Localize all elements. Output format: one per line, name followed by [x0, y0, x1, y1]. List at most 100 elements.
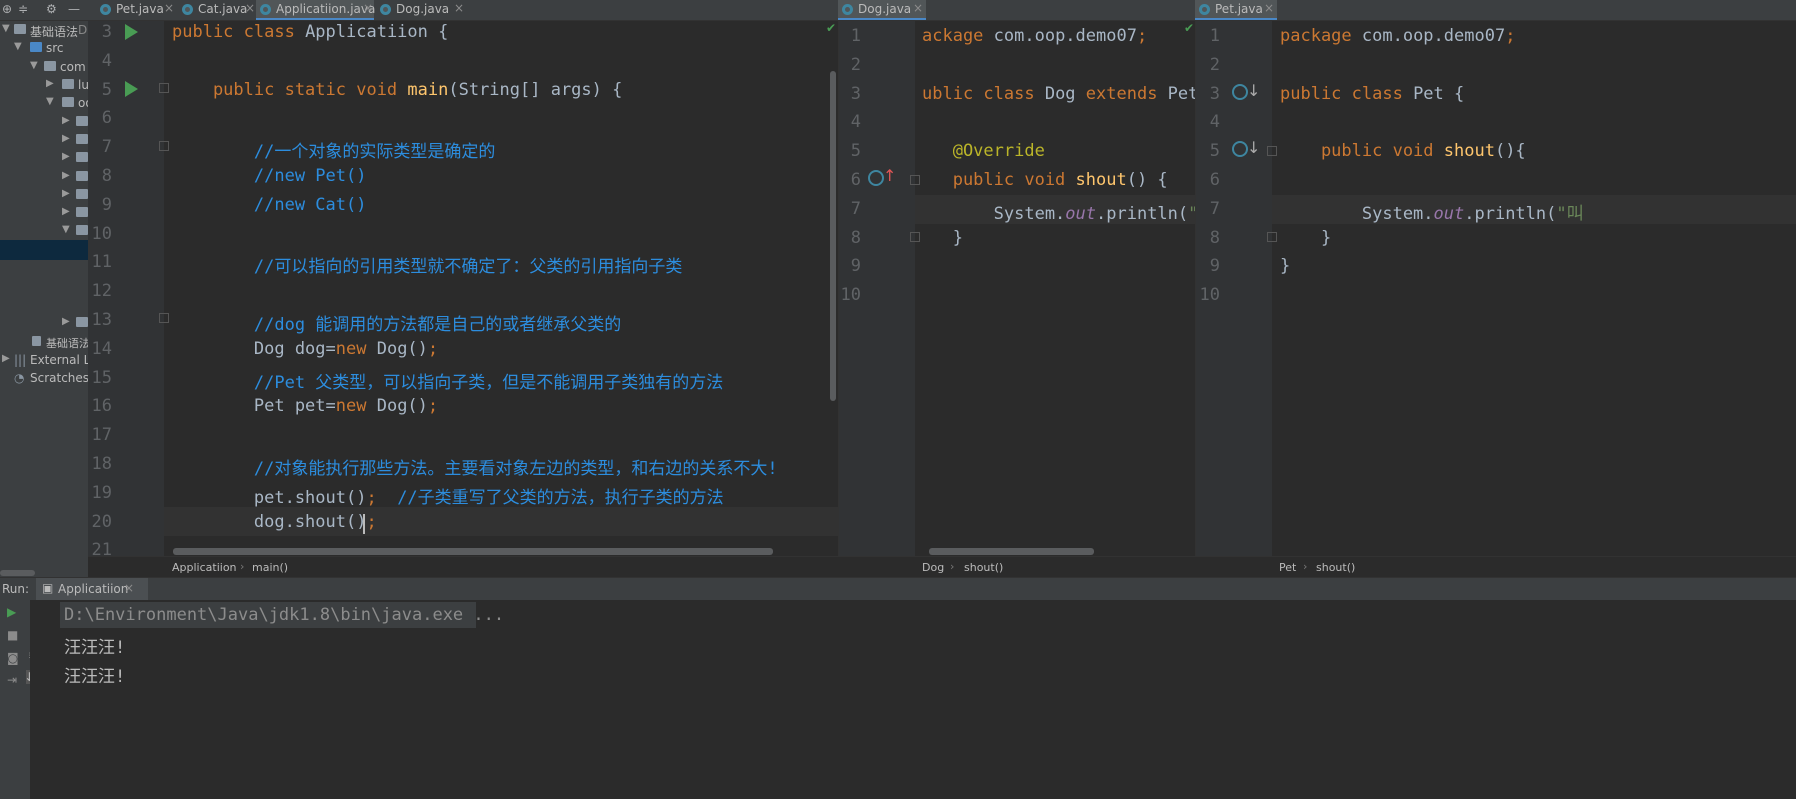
- tree-item-subpackage[interactable]: ▼: [0, 221, 100, 241]
- tree-item-subpackage[interactable]: ▶: [0, 167, 100, 187]
- minimize-icon[interactable]: —: [68, 2, 80, 16]
- collapse-arrow-icon[interactable]: ▶: [62, 133, 70, 144]
- editor-pet[interactable]: 1 package com.oop.demo07; 2 3 public class P…: [1195, 21, 1796, 556]
- tree-item-subpackage[interactable]: ▶: [0, 203, 100, 223]
- tab-pet-java[interactable]: Pet.java ×: [1195, 0, 1277, 20]
- collapse-arrow-icon[interactable]: ▶: [62, 316, 70, 327]
- collapse-arrow-icon[interactable]: ▶: [46, 78, 54, 89]
- code-line[interactable]: }: [1280, 228, 1331, 248]
- breadcrumb-item[interactable]: Applicatiion: [172, 561, 237, 574]
- exit-icon[interactable]: ⇥: [7, 673, 21, 687]
- expand-arrow-icon[interactable]: ▼: [2, 23, 10, 34]
- fold-icon[interactable]: [1267, 146, 1277, 156]
- breadcrumb-item[interactable]: main(): [252, 561, 288, 574]
- collapse-arrow-icon[interactable]: ▶: [62, 170, 70, 181]
- close-icon[interactable]: ×: [913, 1, 923, 15]
- code-line[interactable]: //可以指向的引用类型就不确定了：父类的引用指向子类: [172, 252, 682, 277]
- tree-item-com[interactable]: ▼ com: [0, 57, 100, 77]
- vertical-scrollbar[interactable]: [830, 71, 836, 401]
- collapse-icon[interactable]: ≑: [18, 2, 28, 16]
- tree-item-iml[interactable]: 基础语法: [0, 332, 100, 352]
- fold-icon[interactable]: [910, 175, 920, 185]
- breadcrumb-item[interactable]: shout(): [1316, 561, 1355, 574]
- tree-item-scratches[interactable]: ◔ Scratches a: [0, 368, 100, 388]
- breadcrumb-item[interactable]: shout(): [964, 561, 1003, 574]
- code-line[interactable]: //new Pet(): [172, 166, 367, 186]
- camera-icon[interactable]: ◙: [7, 651, 21, 665]
- code-line[interactable]: ublic class Dog extends Pet{: [922, 84, 1196, 104]
- run-main-icon[interactable]: [125, 81, 138, 97]
- code-line[interactable]: }: [1280, 256, 1290, 276]
- code-line[interactable]: //对象能执行那些方法。主要看对象左边的类型，和右边的关系不大!: [172, 454, 778, 479]
- tree-item-subpackage[interactable]: ▶: [0, 185, 100, 205]
- collapse-arrow-icon[interactable]: ▶: [62, 188, 70, 199]
- expand-arrow-icon[interactable]: ▼: [14, 41, 22, 52]
- close-icon[interactable]: ×: [245, 1, 255, 15]
- tab-pet-java[interactable]: Pet.java ×: [96, 0, 176, 20]
- expand-arrow-icon[interactable]: ▼: [46, 96, 54, 107]
- overrides-method-icon[interactable]: [868, 170, 884, 186]
- code-line[interactable]: public static void main(String[] args) {: [172, 80, 622, 100]
- editor-applicatiion[interactable]: 3 public class Applicatiion {4 5 public st…: [88, 21, 838, 556]
- rerun-icon[interactable]: ▶: [7, 605, 21, 619]
- code-line[interactable]: //dog 能调用的方法都是自己的或者继承父类的: [172, 310, 621, 335]
- tree-item-selected[interactable]: [0, 240, 100, 260]
- code-line[interactable]: //Pet 父类型，可以指向子类，但是不能调用子类独有的方法: [172, 368, 723, 393]
- close-icon[interactable]: ×: [363, 1, 373, 15]
- code-line[interactable]: public class Pet {: [1280, 84, 1464, 104]
- close-icon[interactable]: ×: [124, 581, 134, 595]
- expand-arrow-icon[interactable]: ▼: [62, 224, 70, 235]
- breadcrumb-item[interactable]: Dog: [922, 561, 944, 574]
- tree-item-package[interactable]: ▼ oo: [0, 93, 100, 113]
- tree-item-package[interactable]: ▶ lu: [0, 75, 100, 95]
- tab-dog-java[interactable]: Dog.java ×: [838, 0, 926, 20]
- code-line[interactable]: package com.oop.demo07;: [1280, 26, 1515, 46]
- code-line[interactable]: public void shout() {: [922, 170, 1168, 190]
- stop-icon[interactable]: ■: [7, 628, 21, 642]
- collapse-arrow-icon[interactable]: ▶: [62, 151, 70, 162]
- horizontal-scrollbar[interactable]: [173, 548, 773, 555]
- tree-item-subpackage[interactable]: ▶: [0, 112, 100, 132]
- run-class-icon[interactable]: [125, 24, 138, 40]
- console-output[interactable]: [30, 600, 1796, 799]
- collapse-arrow-icon[interactable]: ▶: [2, 353, 10, 364]
- tree-item-root[interactable]: ▼ 基础语法 D:: [0, 20, 100, 40]
- collapse-arrow-icon[interactable]: ▶: [62, 115, 70, 126]
- collapse-arrow-icon[interactable]: ▶: [62, 206, 70, 217]
- run-tab-applicatiion[interactable]: ▣ Applicatiion ×: [36, 578, 148, 600]
- code-line[interactable]: System.out.println("汪: [922, 199, 1196, 224]
- fold-icon[interactable]: [1267, 232, 1277, 242]
- code-line[interactable]: Dog dog=new Dog();: [172, 339, 438, 359]
- close-icon[interactable]: ×: [1264, 1, 1274, 15]
- tab-cat-java[interactable]: Cat.java ×: [178, 0, 258, 20]
- code-line[interactable]: public class Applicatiion {: [172, 22, 448, 42]
- code-line[interactable]: //一个对象的实际类型是确定的: [172, 137, 495, 162]
- fold-icon[interactable]: [910, 232, 920, 242]
- fold-icon[interactable]: [159, 313, 169, 323]
- close-icon[interactable]: ×: [454, 1, 464, 15]
- code-line[interactable]: Pet pet=new Dog();: [172, 396, 438, 416]
- breadcrumb-item[interactable]: Pet: [1279, 561, 1296, 574]
- horizontal-scrollbar[interactable]: [929, 548, 1094, 555]
- close-icon[interactable]: ×: [164, 1, 174, 15]
- fold-icon[interactable]: [159, 141, 169, 151]
- code-line[interactable]: pet.shout(); //子类重写了父类的方法，执行子类的方法: [172, 483, 724, 508]
- project-scrollbar[interactable]: [0, 570, 35, 576]
- tree-item-subpackage[interactable]: ▶: [0, 148, 100, 168]
- overridden-method-icon[interactable]: [1232, 141, 1248, 157]
- fold-icon[interactable]: [159, 83, 169, 93]
- implemented-method-icon[interactable]: [1232, 84, 1248, 100]
- code-line[interactable]: System.out.println("叫: [1280, 199, 1584, 224]
- tree-item-src[interactable]: ▼ src: [0, 38, 100, 58]
- code-line[interactable]: public void shout(){: [1280, 141, 1526, 161]
- code-line[interactable]: @Override: [922, 141, 1045, 161]
- gear-icon[interactable]: ⚙: [46, 2, 57, 16]
- editor-dog[interactable]: 1 ackage com.oop.demo07; 2 3 ublic class Dog…: [838, 21, 1196, 556]
- target-icon[interactable]: ⊕: [2, 2, 12, 16]
- tab-dog-java[interactable]: Dog.java ×: [376, 0, 468, 20]
- tab-applicatiion-java[interactable]: Applicatiion.java ×: [256, 0, 375, 20]
- code-line[interactable]: //new Cat(): [172, 195, 367, 215]
- code-line[interactable]: ackage com.oop.demo07;: [922, 26, 1147, 46]
- code-line[interactable]: }: [922, 228, 963, 248]
- expand-arrow-icon[interactable]: ▼: [30, 60, 38, 71]
